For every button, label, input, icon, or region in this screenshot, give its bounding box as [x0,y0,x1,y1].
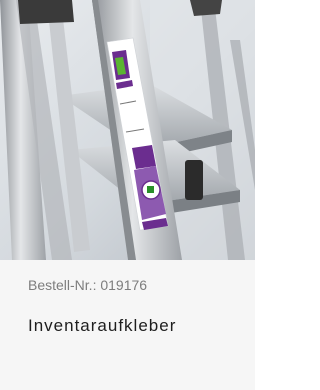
ladder-photo [0,0,255,260]
product-title[interactable]: Inventaraufkleber [28,316,176,336]
product-image[interactable] [0,0,255,260]
order-number: Bestell-Nr.: 019176 [28,277,148,293]
product-card[interactable]: Bestell-Nr.: 019176 Inventaraufkleber [0,0,255,390]
